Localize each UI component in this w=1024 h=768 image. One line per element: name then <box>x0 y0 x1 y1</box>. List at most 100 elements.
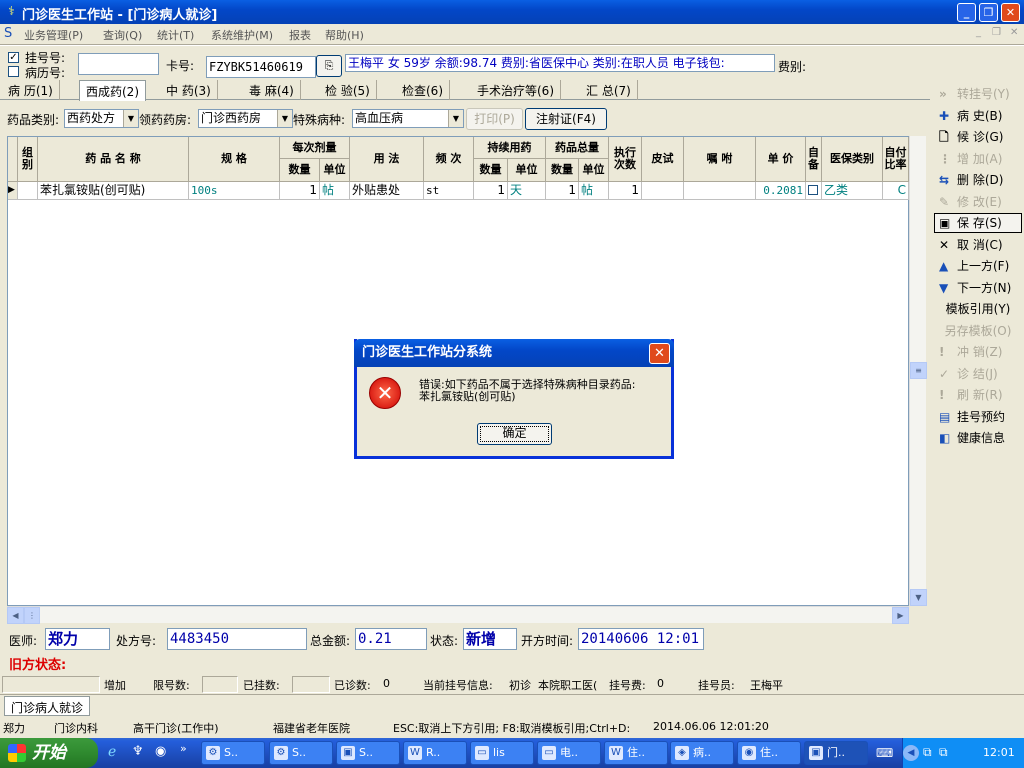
scroll-thumb[interactable]: ≡ <box>910 362 927 379</box>
menu-business[interactable]: 业务管理(P) <box>24 27 83 43</box>
tab-lab-tests[interactable]: 检 验(5) <box>319 80 377 100</box>
health-info-button[interactable]: ◧ 健康信息 <box>934 428 1022 448</box>
clock[interactable]: 12:01 <box>983 746 1015 759</box>
menu-query[interactable]: 查询(Q) <box>103 27 142 43</box>
task-dian-button[interactable]: ▭ 电.. <box>537 741 601 765</box>
quick-launch-more-icon[interactable]: » <box>180 742 187 755</box>
task-bing-button[interactable]: ◈ 病.. <box>670 741 734 765</box>
menu-help[interactable]: 帮助(H) <box>325 27 364 43</box>
cell-frequency[interactable]: st <box>424 182 474 200</box>
cell-self-pay-ratio[interactable]: C <box>883 182 909 200</box>
task-s3-button[interactable]: ▣ S.. <box>336 741 400 765</box>
task-s1-button[interactable]: ⚙ S.. <box>201 741 265 765</box>
menu-stats[interactable]: 统计(T) <box>157 27 194 43</box>
task-lis-button[interactable]: ▭ lis <box>470 741 534 765</box>
task-zhu2-button[interactable]: ◉ 住.. <box>737 741 801 765</box>
history-no-checkbox[interactable] <box>8 66 19 77</box>
card-read-button[interactable]: ⎘ <box>316 55 342 77</box>
finish-diagnosis-button[interactable]: ✓ 诊 结(J) <box>934 364 1022 384</box>
status-field[interactable]: 新增 <box>463 628 517 650</box>
refresh-button[interactable]: ! 刷 新(R) <box>934 385 1022 405</box>
self-provided-checkbox[interactable] <box>808 185 818 195</box>
history-button[interactable]: ✚ 病 史(B) <box>934 106 1022 126</box>
reg-no-input[interactable] <box>78 53 159 75</box>
window-tab-patient-visit[interactable]: 门诊病人就诊 <box>4 696 91 716</box>
add-button[interactable]: ⋮ 增 加(A) <box>934 149 1022 169</box>
cell-instructions[interactable] <box>684 182 756 200</box>
menu-reports[interactable]: 报表 <box>289 27 311 43</box>
tab-medical-record[interactable]: 病 历(1) <box>2 80 60 100</box>
tab-summary[interactable]: 汇 总(7) <box>580 80 638 100</box>
volume-icon[interactable]: ⧉ <box>939 745 948 760</box>
task-menzhen-button[interactable]: ▣ 门.. <box>804 741 868 765</box>
drug-type-select[interactable]: 西药处方 ▼ <box>64 109 139 128</box>
ie-icon[interactable]: ℯ <box>108 744 116 760</box>
cell-dose-unit[interactable]: 帖 <box>320 182 350 200</box>
rx-time-field[interactable]: 20140606 12:01 <box>578 628 704 650</box>
scroll-down-icon[interactable]: ▼ <box>910 589 927 606</box>
cell-cont-unit[interactable]: 天 <box>508 182 546 200</box>
row-indicator[interactable]: ▶ <box>8 182 18 200</box>
cell-total-unit[interactable]: 帖 <box>579 182 609 200</box>
cell-insurance-type[interactable]: 乙类 <box>822 182 883 200</box>
pharmacy-select[interactable]: 门诊西药房 ▼ <box>198 109 293 128</box>
tab-examinations[interactable]: 检查(6) <box>396 80 450 100</box>
tab-western-medicine[interactable]: 西成药(2) <box>79 80 146 101</box>
doctor-field[interactable]: 郑力 <box>45 628 110 650</box>
cell-dose-qty[interactable]: 1 <box>280 182 320 200</box>
dialog-ok-button[interactable]: 确定 <box>477 423 552 445</box>
cell-skin-test[interactable] <box>642 182 684 200</box>
scroll-left-icon[interactable]: ◀ <box>7 607 24 624</box>
tray-expand-icon[interactable]: ◀ <box>903 745 919 761</box>
reg-no-checkbox[interactable]: ✓ <box>8 52 19 63</box>
print-button[interactable]: 打印(P) <box>466 108 523 130</box>
template-use-button[interactable]: 模板引用(Y) <box>934 299 1022 319</box>
delete-button[interactable]: ⇆ 删 除(D) <box>934 170 1022 190</box>
card-input[interactable]: FZYBK51460619 <box>206 56 316 78</box>
mdi-close-button[interactable]: ✕ <box>1010 27 1018 38</box>
vertical-scrollbar[interactable]: ▼ ≡ <box>909 136 927 606</box>
maximize-button[interactable]: ❐ <box>979 3 998 22</box>
tab-narcotics[interactable]: 毒 麻(4) <box>243 80 301 100</box>
injection-cert-button[interactable]: 注射证(F4) <box>525 108 607 130</box>
reg-appointment-button[interactable]: ▤ 挂号预约 <box>934 407 1022 427</box>
cell-spec[interactable]: 100s <box>189 182 280 200</box>
mdi-minimize-button[interactable]: _ <box>976 27 981 38</box>
quick-launch-icon[interactable]: ♆ <box>132 744 144 759</box>
tab-surgery[interactable]: 手术治疗等(6) <box>471 80 561 100</box>
edit-button[interactable]: ✎ 修 改(E) <box>934 192 1022 212</box>
task-s2-button[interactable]: ⚙ S.. <box>269 741 333 765</box>
start-button[interactable]: 开始 <box>0 738 98 768</box>
dialog-close-icon[interactable]: ✕ <box>649 343 670 364</box>
tab-chinese-medicine[interactable]: 中 药(3) <box>160 80 218 100</box>
keyboard-icon[interactable]: ⌨ <box>876 746 893 760</box>
cell-drug-name[interactable]: 苯扎氯铵贴(创可贴) <box>38 182 189 200</box>
hscroll-thumb[interactable]: ⋮ <box>24 607 40 624</box>
close-button[interactable]: ✕ <box>1001 3 1020 22</box>
cell-group[interactable] <box>18 182 38 200</box>
mdi-restore-button[interactable]: ❐ <box>992 27 1001 38</box>
save-button[interactable]: ▣ 保 存(S) <box>934 213 1022 233</box>
cancel-button[interactable]: ✕ 取 消(C) <box>934 235 1022 255</box>
waiting-button[interactable]: 🗋 候 诊(G) <box>934 127 1022 147</box>
prev-rx-button[interactable]: ▲ 上一方(F) <box>934 256 1022 276</box>
total-amount-field[interactable]: 0.21 <box>355 628 427 650</box>
next-rx-button[interactable]: ▼ 下一方(N) <box>934 278 1022 298</box>
transfer-reg-button[interactable]: » 转挂号(Y) <box>934 84 1022 104</box>
cell-total-qty[interactable]: 1 <box>546 182 579 200</box>
cell-self-provided[interactable] <box>806 182 822 200</box>
task-zhu1-button[interactable]: W 住.. <box>604 741 668 765</box>
cell-cont-qty[interactable]: 1 <box>474 182 508 200</box>
special-disease-select[interactable]: 高血压病 ▼ <box>352 109 464 128</box>
media-icon[interactable]: ◉ <box>155 744 166 759</box>
minimize-button[interactable]: _ <box>957 3 976 22</box>
horizontal-scrollbar[interactable]: ◀ ⋮ ▶ <box>7 606 909 624</box>
cell-unit-price[interactable]: 0.2081 <box>756 182 806 200</box>
cell-exec-count[interactable]: 1 <box>609 182 642 200</box>
scroll-right-icon[interactable]: ▶ <box>892 607 909 624</box>
reverse-button[interactable]: ! 冲 销(Z) <box>934 342 1022 362</box>
menu-maintenance[interactable]: 系统维护(M) <box>211 27 273 43</box>
network-icon[interactable]: ⧉ <box>923 745 932 760</box>
cell-usage[interactable]: 外贴患处 <box>350 182 424 200</box>
rx-no-field[interactable]: 4483450 <box>167 628 307 650</box>
